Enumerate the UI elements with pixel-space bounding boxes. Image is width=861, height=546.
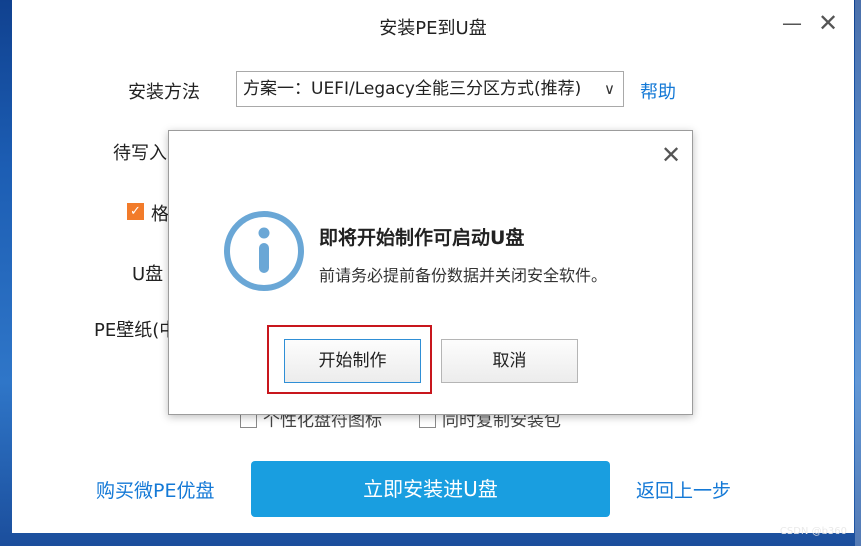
- info-icon: [224, 211, 304, 291]
- install-method-label: 安装方法: [128, 82, 200, 103]
- watermark: CSDN @b360: [779, 526, 847, 537]
- dialog-title: 即将开始制作可启动U盘: [319, 227, 525, 249]
- close-window-button[interactable]: ✕: [814, 10, 842, 36]
- back-link[interactable]: 返回上一步: [636, 476, 731, 503]
- dialog-message: 前请务必提前备份数据并关闭安全软件。: [319, 266, 608, 285]
- help-link[interactable]: 帮助: [640, 78, 676, 104]
- pending-write-label: 待写入: [113, 143, 167, 164]
- format-label: 格: [151, 204, 169, 225]
- window-title: 安装PE到U盘: [379, 18, 487, 39]
- install-to-udisk-button[interactable]: 立即安装进U盘: [251, 461, 610, 517]
- start-making-button[interactable]: 开始制作: [284, 339, 421, 383]
- dialog-close-button[interactable]: ✕: [659, 141, 683, 169]
- desktop-edge: [855, 0, 861, 546]
- minimize-button[interactable]: —: [778, 10, 806, 36]
- confirm-dialog: ✕ 即将开始制作可启动U盘 前请务必提前备份数据并关闭安全软件。 开始制作 取消: [168, 130, 693, 415]
- buy-udisk-link[interactable]: 购买微PE优盘: [96, 476, 214, 503]
- install-method-value: 方案一：UEFI/Legacy全能三分区方式(推荐): [243, 79, 582, 99]
- cancel-button[interactable]: 取消: [441, 339, 578, 383]
- udisk-label: U盘: [132, 264, 164, 285]
- pe-wallpaper-label: PE壁纸(中: [94, 320, 178, 341]
- chevron-down-icon: ∨: [604, 80, 615, 98]
- install-method-select[interactable]: 方案一：UEFI/Legacy全能三分区方式(推荐) ∨: [236, 71, 624, 107]
- format-checkbox[interactable]: ✓: [127, 203, 144, 220]
